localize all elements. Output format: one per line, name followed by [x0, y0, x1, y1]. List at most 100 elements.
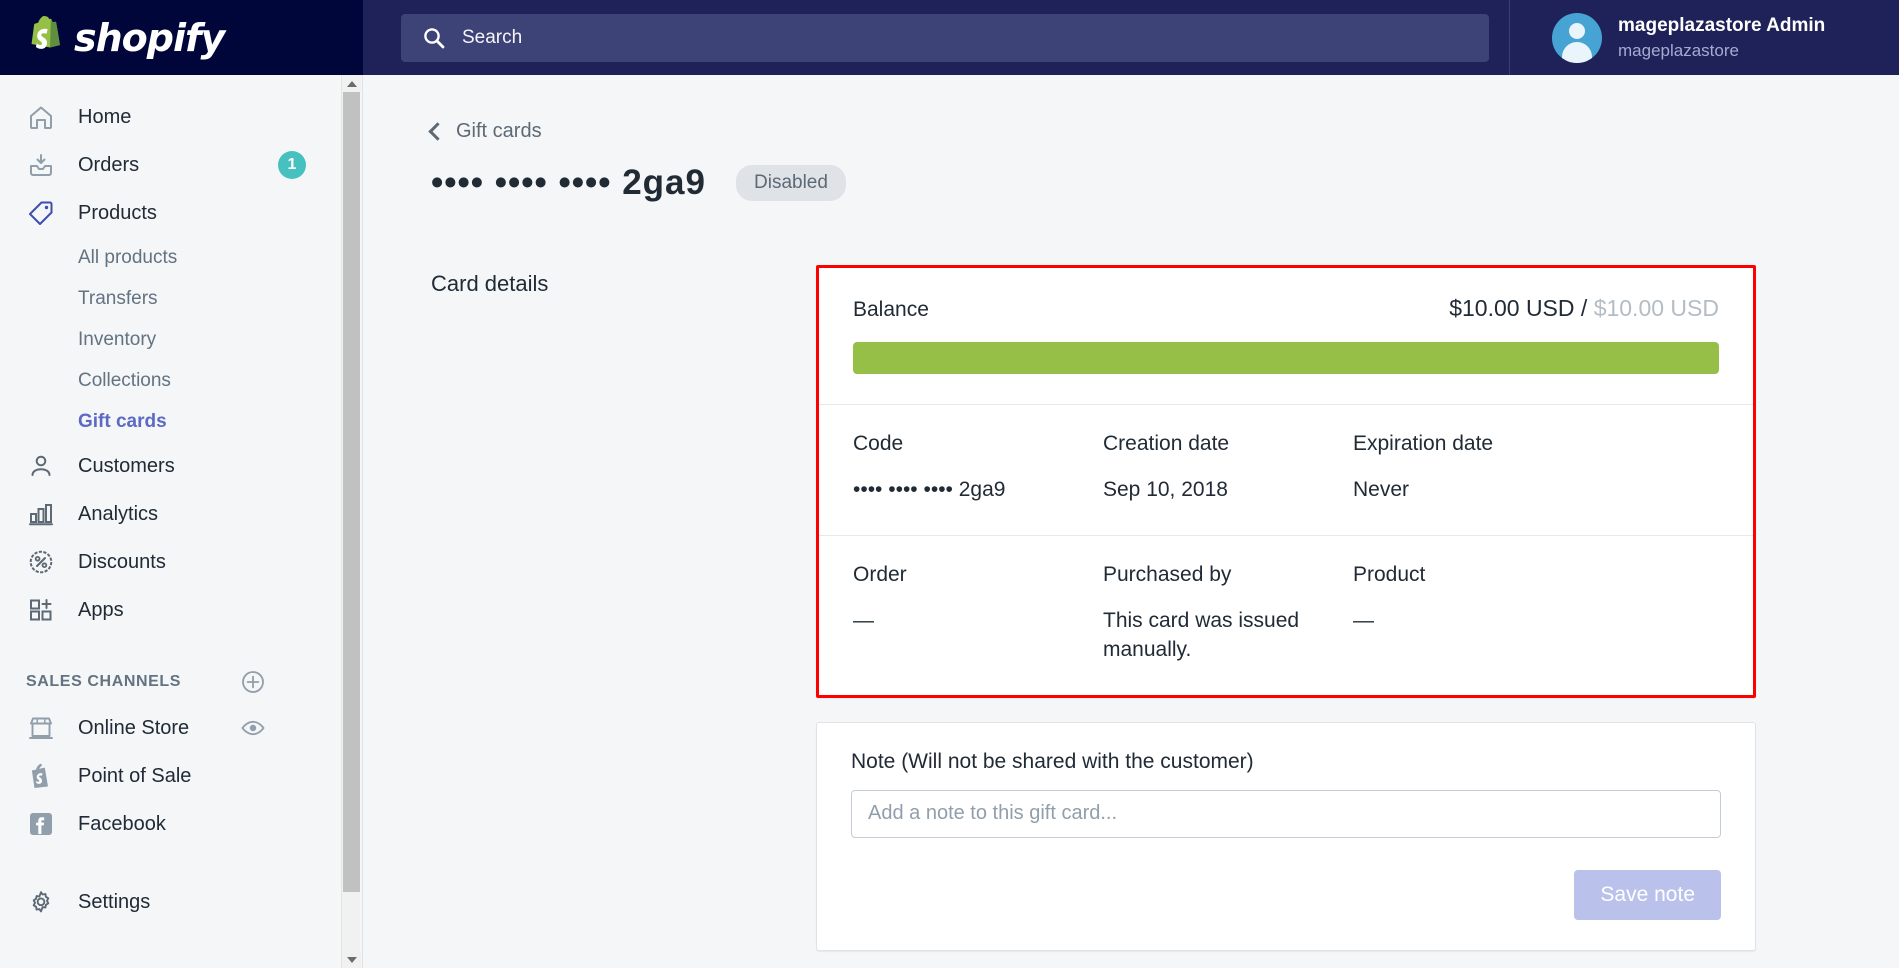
balance-current: $10.00 USD [1449, 295, 1575, 321]
gift-card-details-card: Balance $10.00 USD / $10.00 USD Code •••… [816, 265, 1756, 698]
page-title: •••• •••• •••• 2ga9 [431, 163, 706, 202]
sidebar-item-point-of-sale[interactable]: Point of Sale [0, 752, 362, 800]
shopify-admin-page: shopify Search mageplazastore Admin mage… [0, 0, 1899, 968]
detail-label: Creation date [1103, 432, 1230, 455]
note-actions: Save note [851, 869, 1721, 920]
balance-progress-fill [853, 342, 1719, 374]
sidebar-item-label: Settings [78, 890, 151, 913]
plus-circle-icon[interactable] [240, 669, 266, 695]
sidebar-item-label: Online Store [78, 716, 190, 739]
subnav-label: All products [78, 246, 178, 268]
detail-row-2: Order — Purchased by This card was issue… [819, 536, 1753, 695]
breadcrumb-back-link[interactable]: Gift cards [428, 120, 542, 143]
page-title-row: •••• •••• •••• 2ga9 Disabled [431, 163, 1899, 203]
sidebar-item-all-products[interactable]: All products [0, 237, 362, 278]
user-name: mageplazastore Admin [1618, 15, 1826, 36]
detail-label: Product [1353, 562, 1426, 586]
customers-icon [26, 451, 56, 481]
detail-value: — [853, 608, 874, 632]
detail-field-code: Code •••• •••• •••• 2ga9 [853, 432, 1103, 505]
sidebar-item-label: Customers [78, 454, 175, 477]
scroll-up-arrow-icon[interactable] [342, 75, 361, 92]
breadcrumb-label: Gift cards [456, 120, 542, 142]
sidebar-item-settings[interactable]: Settings [0, 878, 362, 926]
note-block: Note (Will not be shared with the custom… [817, 723, 1755, 950]
facebook-icon [26, 809, 56, 839]
shopify-bag-icon [31, 15, 60, 49]
shopify-logo[interactable]: shopify [0, 0, 363, 75]
detail-label: Order [853, 562, 907, 586]
gear-icon [26, 887, 56, 917]
sidebar-item-inventory[interactable]: Inventory [0, 319, 362, 360]
pos-shopify-bag-icon [26, 761, 56, 791]
sidebar-item-apps[interactable]: Apps [0, 586, 362, 634]
sidebar-item-home[interactable]: Home [0, 93, 362, 141]
analytics-bar-icon [26, 499, 56, 529]
detail-field-product: Product — [1353, 563, 1603, 665]
eye-icon[interactable] [240, 715, 266, 741]
detail-field-order: Order — [853, 563, 1103, 665]
products-tag-icon [26, 198, 56, 228]
card-column: Balance $10.00 USD / $10.00 USD Code •••… [816, 265, 1756, 951]
subnav-label: Inventory [78, 328, 157, 350]
card-details-section: Card details Balance $10.00 USD / $10.00… [363, 265, 1899, 951]
balance-amounts: $10.00 USD / $10.00 USD [1449, 295, 1719, 322]
balance-label: Balance [853, 298, 929, 321]
sidebar-item-label: Orders [78, 153, 140, 176]
detail-value: This card was issued manually. [1103, 608, 1300, 661]
balance-block: Balance $10.00 USD / $10.00 USD [819, 268, 1753, 404]
detail-grid: Code •••• •••• •••• 2ga9 Creation date S… [853, 432, 1719, 505]
note-label: Note (Will not be shared with the custom… [851, 749, 1254, 773]
sidebar-scrollbar[interactable] [341, 75, 361, 968]
sidebar-item-facebook[interactable]: Facebook [0, 800, 362, 848]
subnav-label: Transfers [78, 287, 158, 309]
sidebar-item-label: Point of Sale [78, 764, 192, 787]
sidebar: Home Orders 1 Products All products Tran… [0, 75, 363, 968]
detail-field-expiration-date: Expiration date Never [1353, 432, 1603, 505]
user-store-name: mageplazastore [1618, 40, 1739, 60]
scrollbar-thumb[interactable] [343, 92, 360, 892]
detail-label: Code [853, 432, 904, 455]
avatar [1552, 12, 1602, 63]
orders-count-badge: 1 [278, 151, 306, 179]
sidebar-item-gift-cards[interactable]: Gift cards [0, 401, 362, 442]
balance-total: $10.00 USD [1593, 295, 1719, 321]
sidebar-item-label: Analytics [78, 502, 159, 525]
save-note-button[interactable]: Save note [1574, 869, 1721, 920]
storefront-icon [26, 713, 56, 743]
detail-value: — [1353, 608, 1374, 632]
chevron-left-icon [428, 122, 447, 141]
sidebar-item-label: Discounts [78, 550, 166, 573]
subnav-label: Gift cards [78, 410, 167, 432]
balance-row: Balance $10.00 USD / $10.00 USD [853, 295, 1719, 322]
sidebar-item-transfers[interactable]: Transfers [0, 278, 362, 319]
sidebar-item-orders[interactable]: Orders 1 [0, 141, 362, 189]
sidebar-item-customers[interactable]: Customers [0, 442, 362, 490]
home-icon [26, 102, 56, 132]
scroll-down-arrow-icon[interactable] [342, 951, 361, 968]
detail-row-1: Code •••• •••• •••• 2ga9 Creation date S… [819, 405, 1753, 535]
search-input[interactable]: Search [401, 13, 1489, 62]
user-info: mageplazastore Admin mageplazastore [1618, 14, 1825, 61]
sidebar-item-collections[interactable]: Collections [0, 360, 362, 401]
orders-icon [26, 150, 56, 180]
sidebar-item-discounts[interactable]: Discounts [0, 538, 362, 586]
sidebar-item-label: Apps [78, 598, 124, 621]
search-area: Search [363, 13, 1509, 62]
sidebar-item-products[interactable]: Products [0, 189, 362, 237]
detail-value: Sep 10, 2018 [1103, 478, 1228, 501]
sidebar-item-label: Products [78, 201, 157, 224]
user-menu[interactable]: mageplazastore Admin mageplazastore [1509, 0, 1899, 75]
balance-separator: / [1580, 295, 1588, 321]
sales-channels-header: SALES CHANNELS [0, 660, 362, 704]
sidebar-item-online-store[interactable]: Online Store [0, 704, 362, 752]
balance-progress-track [853, 342, 1719, 374]
status-badge: Disabled [736, 165, 846, 201]
sidebar-item-label: Facebook [78, 812, 166, 835]
search-icon [424, 27, 445, 48]
section-label: Card details [431, 271, 549, 296]
detail-label: Purchased by [1103, 562, 1232, 586]
note-input[interactable] [851, 789, 1721, 838]
shopify-wordmark: shopify [74, 15, 225, 60]
sidebar-item-analytics[interactable]: Analytics [0, 490, 362, 538]
